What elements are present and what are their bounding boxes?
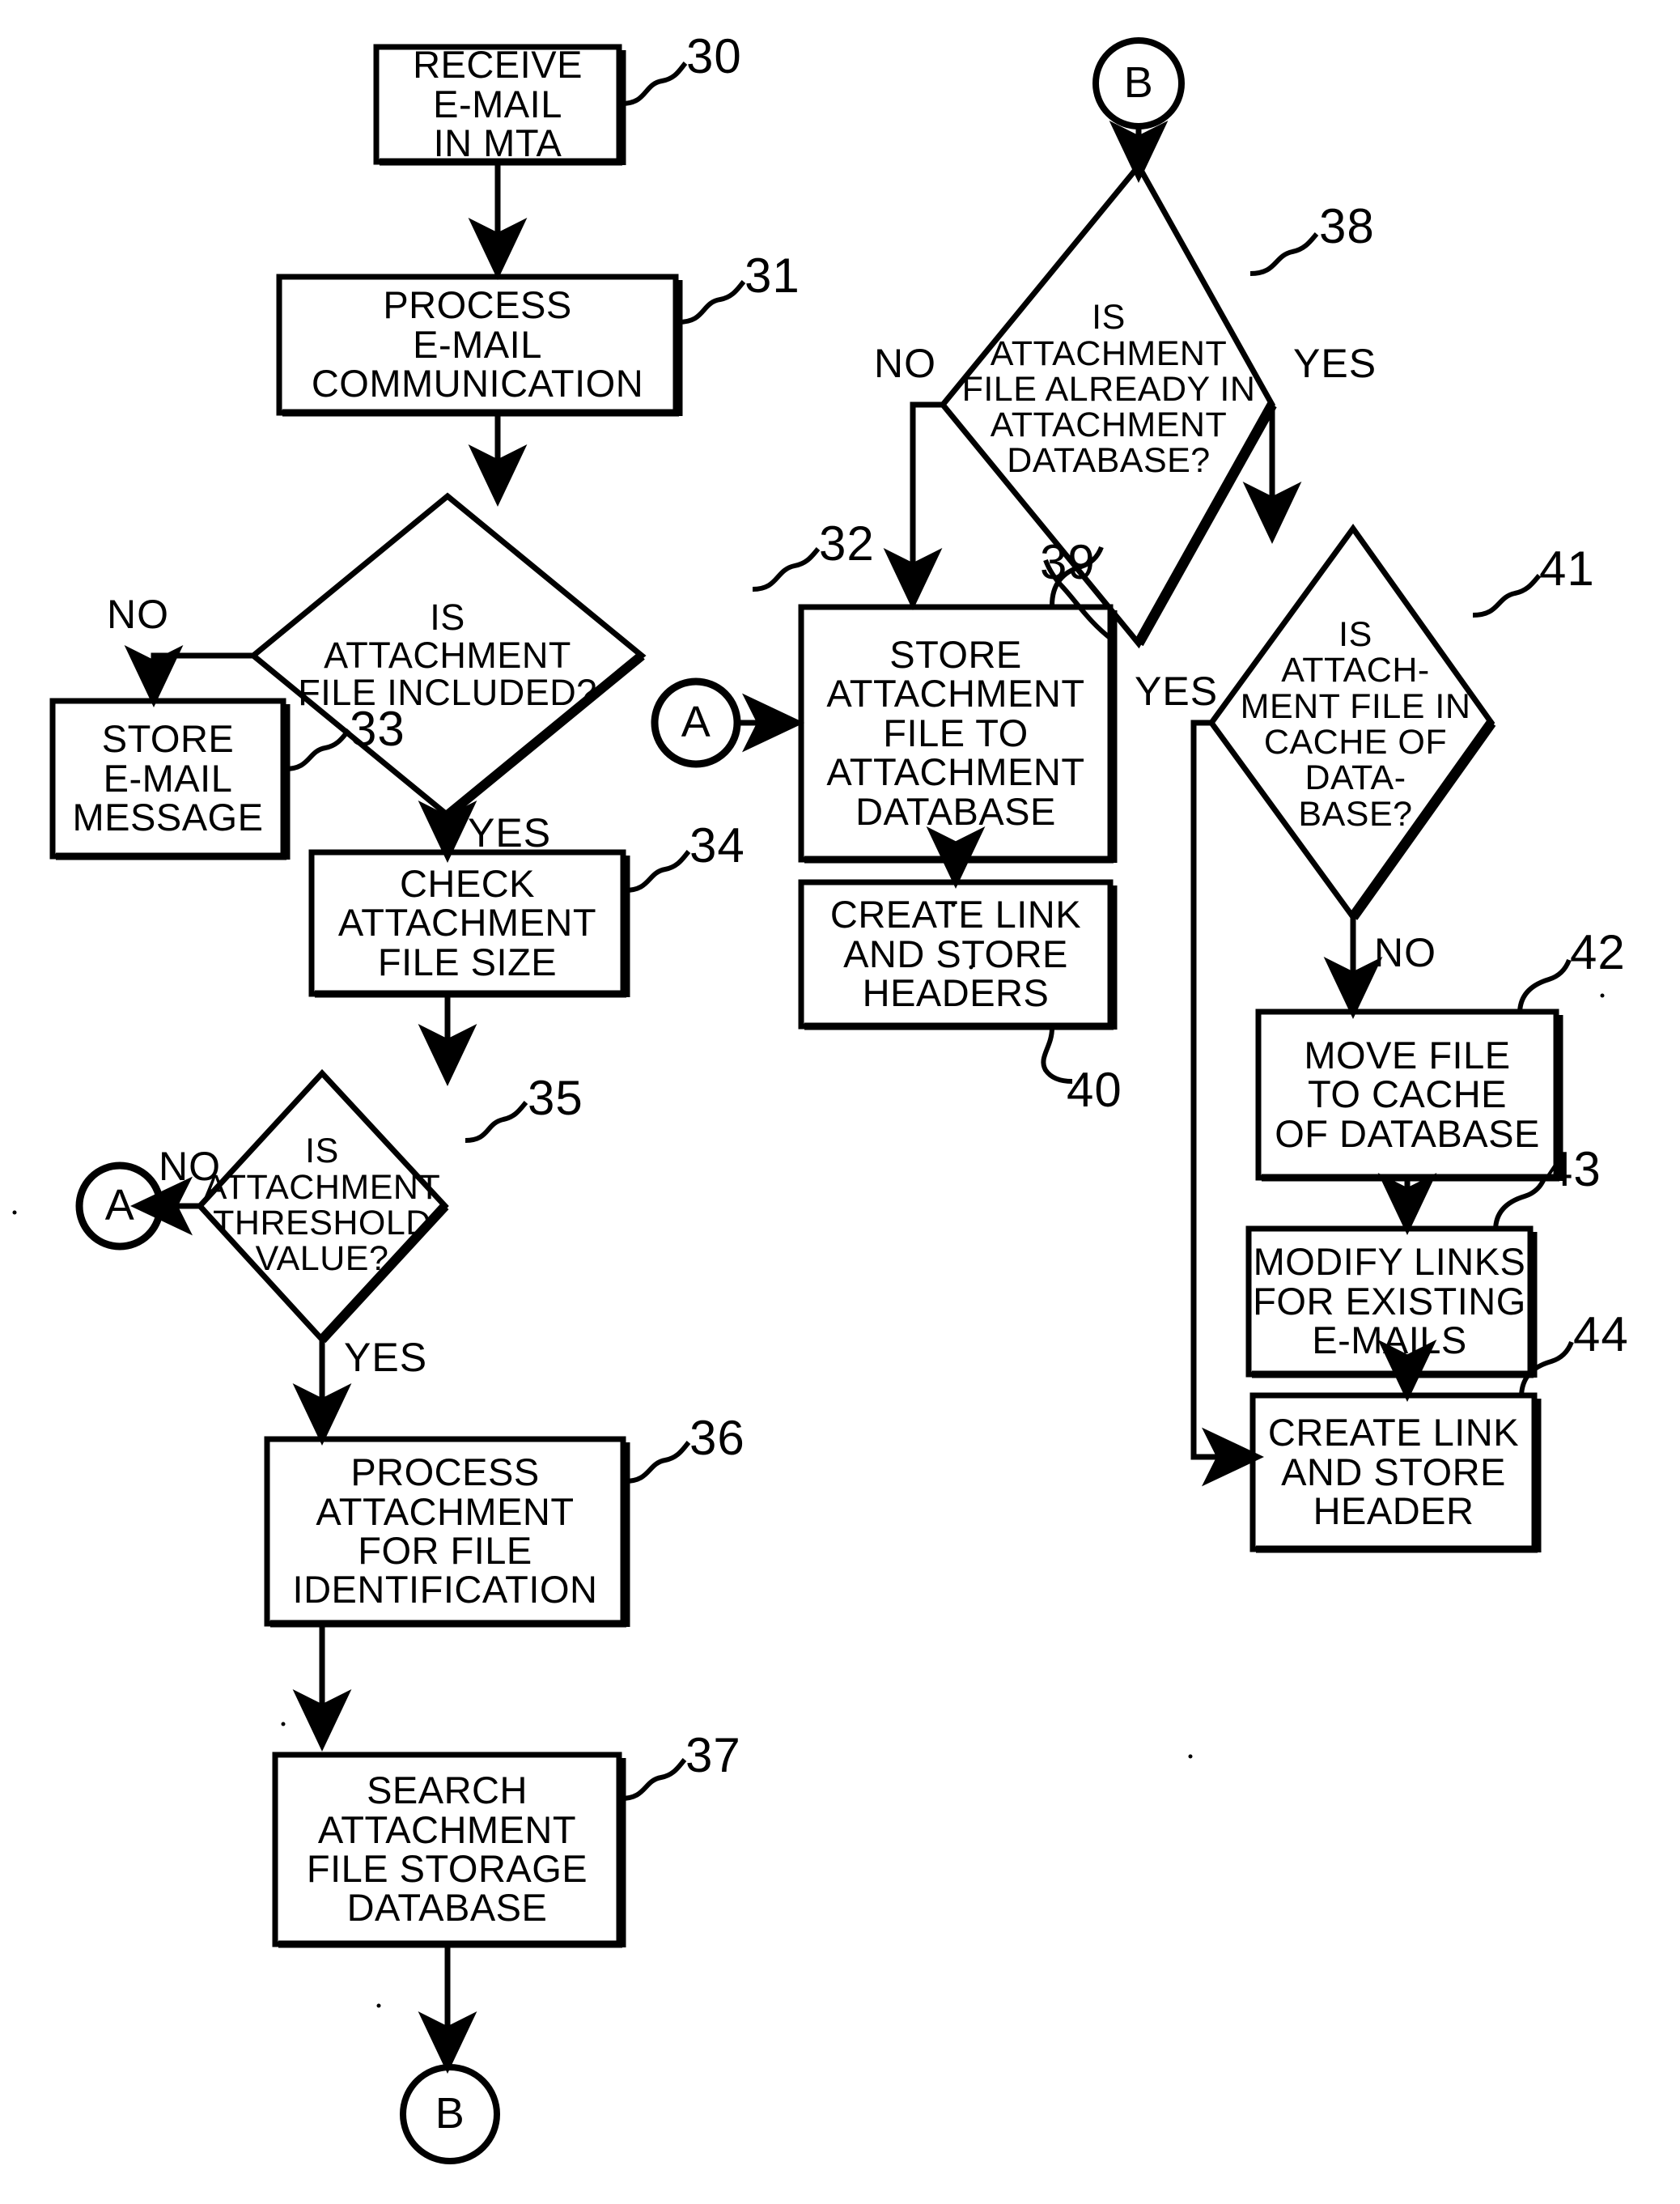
flowchart-vector-layer <box>12 37 1605 2164</box>
node-44-shape <box>1249 1392 1538 1552</box>
node-34-shape <box>308 849 626 997</box>
edge-label-41-no: NO <box>1374 930 1436 975</box>
node-35-shape <box>196 1068 449 1344</box>
node-42-shape <box>1255 1009 1559 1181</box>
ref-label-43: 43 <box>1546 1142 1602 1196</box>
ref-label-42: 42 <box>1570 925 1626 979</box>
node-43-shape <box>1245 1225 1534 1378</box>
ref-label-30: 30 <box>686 29 742 83</box>
edge-label-41-yes: YES <box>1135 669 1219 714</box>
connector-B-top-shape <box>1092 37 1185 130</box>
ref-label-38: 38 <box>1319 199 1375 253</box>
ref-label-32: 32 <box>819 516 875 571</box>
ref-label-36: 36 <box>689 1411 745 1465</box>
node-37-shape <box>272 1752 622 1947</box>
node-40-shape <box>798 879 1114 1030</box>
node-30-shape <box>373 44 622 165</box>
edge-label-32-no: NO <box>107 592 169 637</box>
node-38-shape <box>939 160 1276 649</box>
ref-label-35: 35 <box>528 1071 583 1125</box>
connector-B-bottom-shape <box>400 2064 500 2164</box>
node-39-shape <box>798 604 1114 863</box>
edge-label-38-yes: YES <box>1293 341 1377 386</box>
node-31-shape <box>276 274 679 416</box>
node-41-shape <box>1207 524 1495 922</box>
edge-label-32-yes: YES <box>468 810 552 856</box>
edge-label-38-no: NO <box>874 341 936 386</box>
connector-A-mid-shape <box>651 677 741 768</box>
ref-label-33: 33 <box>350 702 405 756</box>
edge-label-35-yes: YES <box>344 1335 428 1380</box>
node-32-shape <box>248 492 647 819</box>
edge-label-35-no: NO <box>159 1144 221 1189</box>
flowchart-page: RECEIVE E-MAIL IN MTA 30 PROCESS E-MAIL … <box>0 0 1680 2204</box>
ref-label-31: 31 <box>745 248 800 303</box>
node-36-shape <box>264 1436 626 1627</box>
ref-label-37: 37 <box>685 1728 741 1782</box>
ref-label-34: 34 <box>689 818 745 873</box>
ref-label-41: 41 <box>1539 541 1595 596</box>
node-33-shape <box>49 698 286 860</box>
ref-label-44: 44 <box>1573 1307 1629 1361</box>
ref-label-39: 39 <box>1040 535 1096 589</box>
ref-label-40: 40 <box>1067 1063 1122 1117</box>
